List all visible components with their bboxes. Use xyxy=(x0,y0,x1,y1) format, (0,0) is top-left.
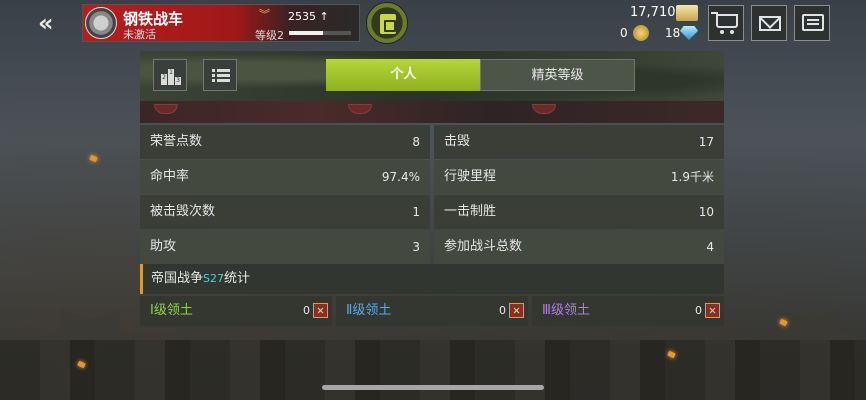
stat-cell: 荣誉点数 8 xyxy=(140,125,430,159)
gold-amount: 17,710 xyxy=(630,5,676,20)
mail-icon xyxy=(759,16,781,31)
territory-count: 0 xyxy=(499,304,506,317)
gem-icon xyxy=(680,26,698,40)
stats-panel: 2 1 3 个人 精英等级 荣誉点数 8 击毁 17 命中率 97.4% 行驶里… xyxy=(140,51,724,329)
stat-cell: 被击毁次数 1 xyxy=(140,195,430,229)
stat-cell: 一击制胜 10 xyxy=(434,195,724,229)
rank-points: 2535 ↑ xyxy=(288,10,329,23)
stat-row: 荣誉点数 8 击毁 17 xyxy=(140,125,724,159)
mail-button[interactable] xyxy=(751,5,787,41)
stat-label: 助攻 xyxy=(150,239,177,254)
stat-value: 17 xyxy=(698,135,714,149)
player-status: 未激活 xyxy=(123,28,156,41)
avatar xyxy=(85,7,117,39)
chat-button[interactable] xyxy=(794,5,830,41)
panel-header: 2 1 3 个人 精英等级 xyxy=(140,51,724,101)
shop-button[interactable] xyxy=(708,5,744,41)
territory-level-1: Ⅰ级领土 0 xyxy=(140,296,332,326)
territory-label: Ⅰ级领土 xyxy=(150,303,193,318)
coin-icon xyxy=(633,25,649,41)
player-level: 等级2 xyxy=(255,29,284,42)
crossed-swords-icon xyxy=(509,303,524,318)
empire-war-prefix: 帝国战争 xyxy=(151,271,204,286)
stat-label: 一击制胜 xyxy=(444,204,497,219)
territory-label: Ⅲ级领土 xyxy=(542,303,590,318)
background-buildings xyxy=(0,340,866,400)
back-button[interactable]: « xyxy=(38,10,74,36)
stat-value: 4 xyxy=(706,240,714,254)
rank-points-value: 2535 xyxy=(288,10,316,23)
clipboard-icon xyxy=(380,14,396,34)
stat-label: 击毁 xyxy=(444,134,471,149)
stat-label: 行驶里程 xyxy=(444,169,497,184)
stat-cell: 助攻 3 xyxy=(140,230,430,264)
territory-count: 0 xyxy=(695,304,702,317)
stat-row: 助攻 3 参加战斗总数 4 xyxy=(140,230,724,264)
stat-value: 10 xyxy=(698,205,714,219)
stat-cell: 击毁 17 xyxy=(434,125,724,159)
stat-value: 8 xyxy=(412,135,420,149)
tab-elite-level[interactable]: 精英等级 xyxy=(480,59,635,91)
stat-cell: 参加战斗总数 4 xyxy=(434,230,724,264)
crossed-swords-icon xyxy=(705,303,720,318)
empire-war-suffix: 统计 xyxy=(224,271,251,286)
stat-row: 被击毁次数 1 一击制胜 10 xyxy=(140,195,724,229)
level-progress-bar xyxy=(289,31,351,35)
home-indicator[interactable] xyxy=(322,385,544,390)
top-bar: « 钢铁战车 未激活 ︾ 2535 ↑ 等级2 17,710 0 18 xyxy=(0,0,866,46)
territory-row: Ⅰ级领土 0 Ⅱ级领土 0 Ⅲ级领土 0 xyxy=(140,296,724,326)
territory-count: 0 xyxy=(303,304,310,317)
territory-label: Ⅱ级领土 xyxy=(346,303,392,318)
tab-personal[interactable]: 个人 xyxy=(326,59,481,91)
level-progress-fill xyxy=(289,31,324,35)
stat-label: 参加战斗总数 xyxy=(444,239,523,254)
season-badge: S27 xyxy=(203,272,224,285)
podium-icon: 2 1 3 xyxy=(161,69,181,85)
medal-icon xyxy=(348,104,372,114)
double-chevron-left-icon: « xyxy=(38,9,53,37)
stat-label: 荣誉点数 xyxy=(150,134,203,149)
territory-level-2: Ⅱ级领土 0 xyxy=(336,296,528,326)
profile-card[interactable]: 钢铁战车 未激活 ︾ 2535 ↑ 等级2 xyxy=(82,4,360,42)
crossed-swords-icon xyxy=(313,303,328,318)
list-icon xyxy=(212,69,230,83)
stat-cell: 行驶里程 1.9千米 xyxy=(434,160,724,194)
ember-particle xyxy=(89,154,98,163)
stat-value: 1.9千米 xyxy=(670,170,714,184)
stat-value: 1 xyxy=(412,205,420,219)
stat-label: 被击毁次数 xyxy=(150,204,216,219)
medal-strip xyxy=(140,101,724,123)
stat-value: 97.4% xyxy=(381,170,420,184)
stat-label: 命中率 xyxy=(150,169,190,184)
leaderboard-button[interactable]: 2 1 3 xyxy=(153,59,187,91)
rank-up-arrow-icon: ↑ xyxy=(319,10,329,23)
list-button[interactable] xyxy=(203,59,237,91)
stats-table: 荣誉点数 8 击毁 17 命中率 97.4% 行驶里程 1.9千米 被击毁次数 … xyxy=(140,125,724,265)
cart-icon xyxy=(711,12,738,34)
stat-value: 3 xyxy=(412,240,420,254)
empire-war-title: 帝国战争S27统计 xyxy=(140,264,724,294)
gem-amount: 18 xyxy=(665,26,681,40)
gold-icon xyxy=(676,5,698,21)
coin-amount: 0 xyxy=(620,26,628,40)
stat-cell: 命中率 97.4% xyxy=(140,160,430,194)
medal-icon xyxy=(154,104,178,114)
stat-row: 命中率 97.4% 行驶里程 1.9千米 xyxy=(140,160,724,194)
rank-chevron-icon: ︾ xyxy=(259,8,270,21)
chat-icon xyxy=(802,14,824,31)
medal-icon xyxy=(532,104,556,114)
missions-button[interactable] xyxy=(366,2,408,44)
territory-level-3: Ⅲ级领土 0 xyxy=(532,296,724,326)
